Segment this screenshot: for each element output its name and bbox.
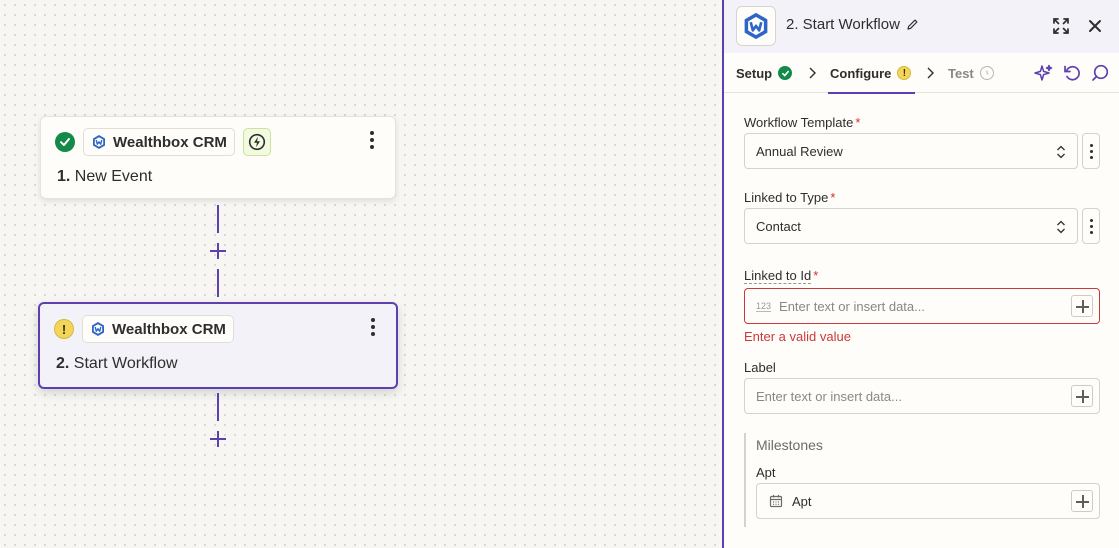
app-pill: Wealthbox CRM xyxy=(82,315,234,343)
app-pill: Wealthbox CRM xyxy=(83,128,235,156)
linked-to-id-error: Enter a valid value xyxy=(744,329,851,344)
insert-data-button[interactable] xyxy=(1071,295,1093,317)
calendar-icon xyxy=(769,495,783,508)
tab-setup[interactable]: Setup xyxy=(736,53,793,93)
workflow-canvas[interactable]: Wealthbox CRM 1. New Event ! Wealthbox C… xyxy=(0,0,722,548)
expand-icon[interactable] xyxy=(1050,15,1072,37)
linked-to-type-label: Linked to Type * xyxy=(744,190,836,205)
wealthbox-logo-icon xyxy=(92,322,104,336)
chevron-right-icon xyxy=(809,67,816,79)
step-card-2[interactable]: ! Wealthbox CRM 2. Start Workflow xyxy=(38,302,398,389)
step-title: 2. Start Workflow xyxy=(56,355,178,372)
apt-label: Apt xyxy=(756,465,776,480)
ai-sparkle-icon[interactable] xyxy=(1034,63,1054,83)
app-name: Wealthbox CRM xyxy=(112,320,226,338)
lightning-icon xyxy=(242,128,271,156)
milestones-title: Milestones xyxy=(756,437,823,453)
tab-configure[interactable]: Configure ! xyxy=(827,53,916,94)
field-options-button[interactable] xyxy=(1082,133,1100,169)
warning-icon: ! xyxy=(54,319,74,339)
chevron-updown-icon xyxy=(1057,145,1065,159)
step-menu-button[interactable] xyxy=(368,316,378,338)
apt-value: Apt xyxy=(792,493,812,509)
workflow-template-select[interactable]: Annual Review xyxy=(744,133,1078,169)
panel-tabs: Setup Configure ! Test xyxy=(724,53,1119,94)
label-placeholder: Enter text or insert data... xyxy=(756,388,902,404)
step-card-header: ! Wealthbox CRM xyxy=(54,315,234,343)
number-type-icon: 123 xyxy=(756,300,772,312)
chevron-updown-icon xyxy=(1057,220,1065,234)
panel-title[interactable]: 2. Start Workflow xyxy=(786,16,919,33)
pending-icon xyxy=(979,66,994,80)
step-editor-panel: 2. Start Workflow Setup Configure ! Test xyxy=(722,0,1119,548)
linked-to-type-select[interactable]: Contact xyxy=(744,208,1078,244)
app-name: Wealthbox CRM xyxy=(113,133,227,151)
check-icon xyxy=(55,132,75,152)
step-card-1[interactable]: Wealthbox CRM 1. New Event xyxy=(40,116,396,199)
warning-icon: ! xyxy=(897,66,912,80)
history-icon[interactable] xyxy=(1062,63,1082,83)
check-icon xyxy=(778,66,793,80)
close-icon[interactable] xyxy=(1084,15,1106,37)
comment-icon[interactable] xyxy=(1090,63,1110,83)
field-options-button[interactable] xyxy=(1082,208,1100,244)
step-title: 1. New Event xyxy=(57,168,153,185)
linked-to-id-label: Linked to Id * xyxy=(744,268,819,284)
connector-line xyxy=(217,269,219,297)
linked-to-id-input[interactable]: 123 Enter text or insert data... xyxy=(744,288,1100,324)
add-step-button[interactable] xyxy=(209,242,227,260)
milestones-group: Milestones Apt Apt xyxy=(744,433,1102,527)
wealthbox-logo-icon xyxy=(93,135,105,149)
workflow-template-label: Workflow Template * xyxy=(744,115,861,130)
label-input[interactable]: Enter text or insert data... xyxy=(744,378,1100,414)
label-field-label: Label xyxy=(744,360,776,375)
apt-input[interactable]: Apt xyxy=(756,483,1100,519)
step-card-header: Wealthbox CRM xyxy=(55,128,271,156)
pencil-icon[interactable] xyxy=(906,18,919,31)
linked-to-id-placeholder: Enter text or insert data... xyxy=(779,298,925,314)
chevron-right-icon xyxy=(927,67,934,79)
connector-line xyxy=(217,393,219,421)
connector-line xyxy=(217,205,219,233)
tab-test[interactable]: Test xyxy=(948,53,994,93)
wealthbox-logo-icon xyxy=(736,6,776,46)
panel-header: 2. Start Workflow xyxy=(724,0,1119,53)
add-step-button[interactable] xyxy=(209,430,227,448)
step-menu-button[interactable] xyxy=(367,129,377,151)
insert-data-button[interactable] xyxy=(1071,490,1093,512)
insert-data-button[interactable] xyxy=(1071,385,1093,407)
